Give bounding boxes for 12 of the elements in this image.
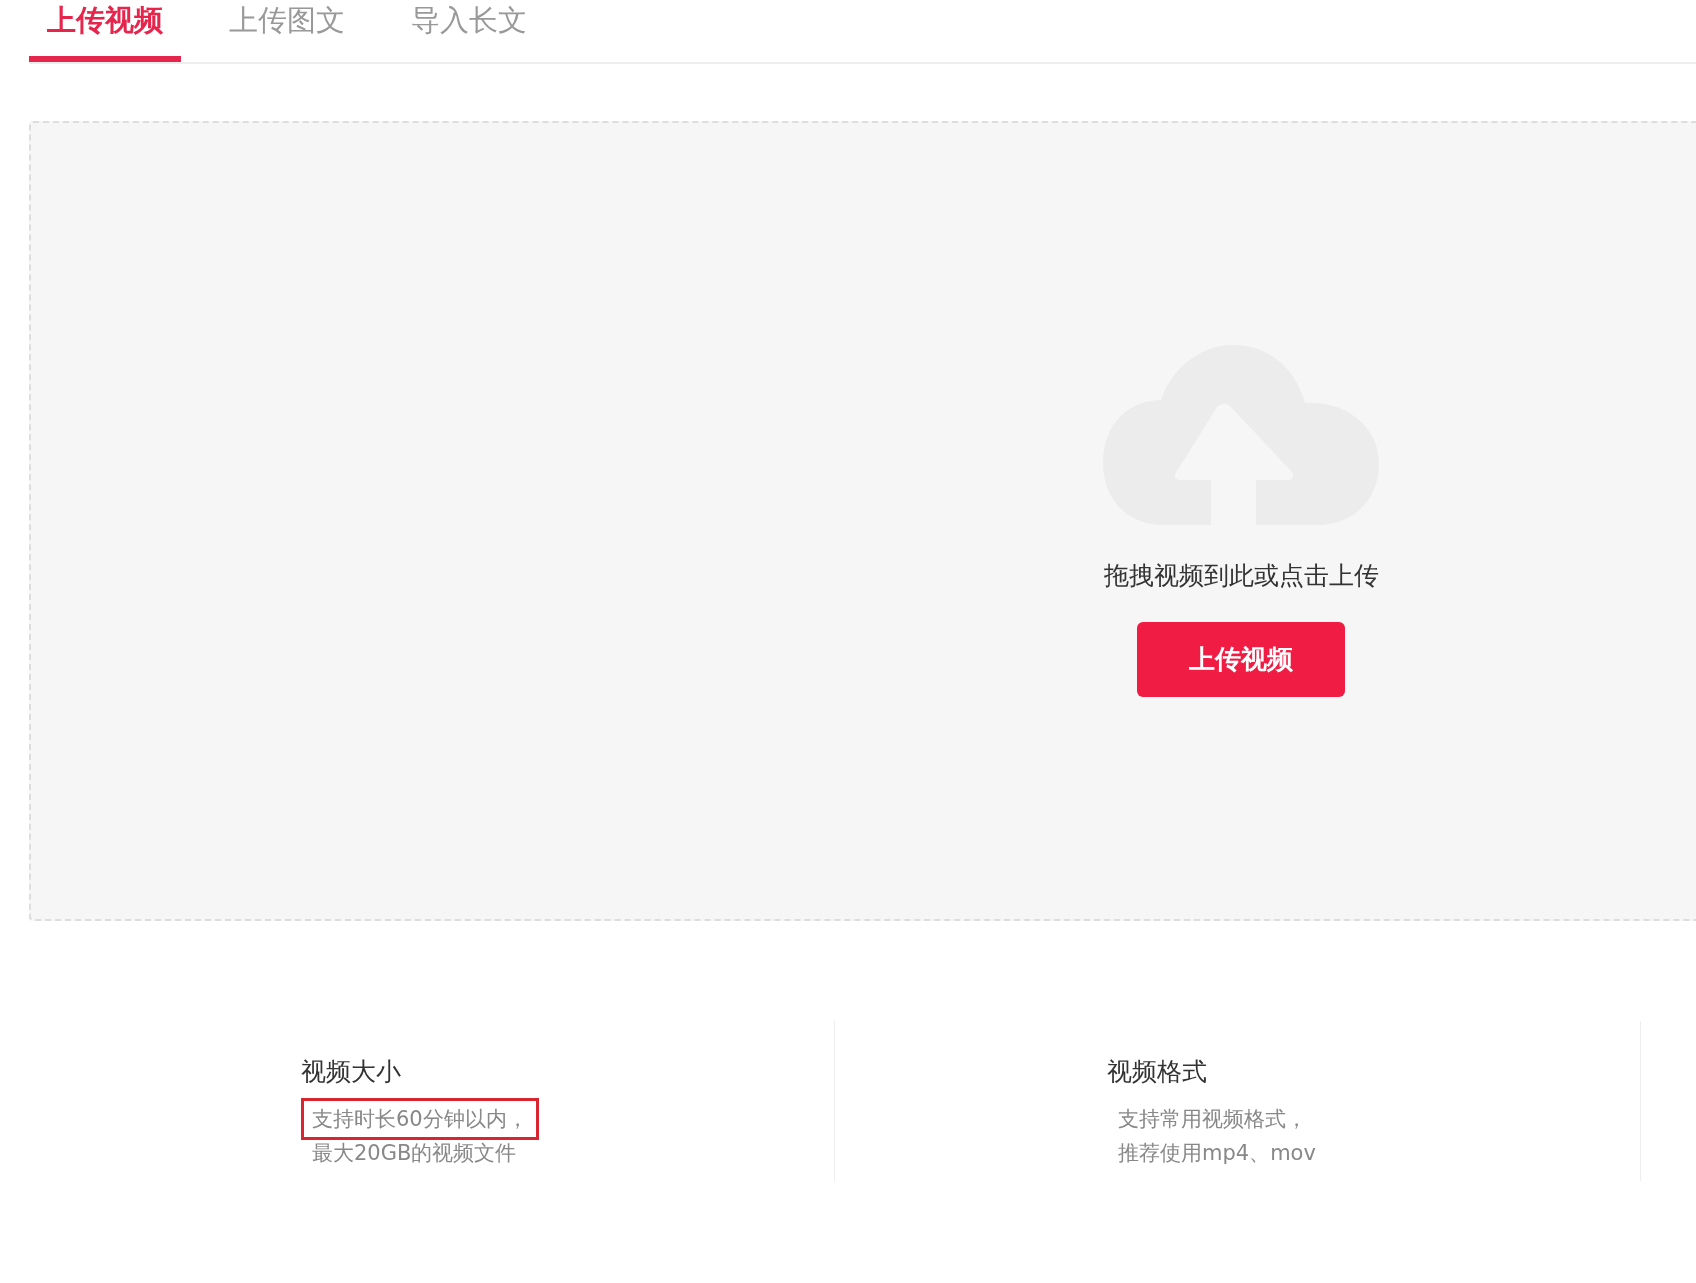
tab[interactable]: 上传视频 (29, 0, 181, 62)
info-title: 视频大小 (301, 1056, 401, 1088)
info-text: 最大20GB的视频文件 (311, 1140, 518, 1167)
upload-video-button[interactable]: 上传视频 (1137, 622, 1345, 697)
info-text: 支持时长60分钟以内， (301, 1098, 539, 1140)
upload-dropzone[interactable]: 拖拽视频到此或点击上传 上传视频 (29, 121, 1696, 921)
upload-hint: 拖拽视频到此或点击上传 (1103, 560, 1379, 592)
tab[interactable]: 上传图文 (211, 0, 363, 62)
info-text: 推荐使用mp4、mov (1117, 1140, 1317, 1167)
info-text: 支持常用视频格式， (1117, 1106, 1308, 1133)
info-title: 视频格式 (1107, 1056, 1207, 1088)
tab[interactable]: 导入长文 (393, 0, 545, 62)
